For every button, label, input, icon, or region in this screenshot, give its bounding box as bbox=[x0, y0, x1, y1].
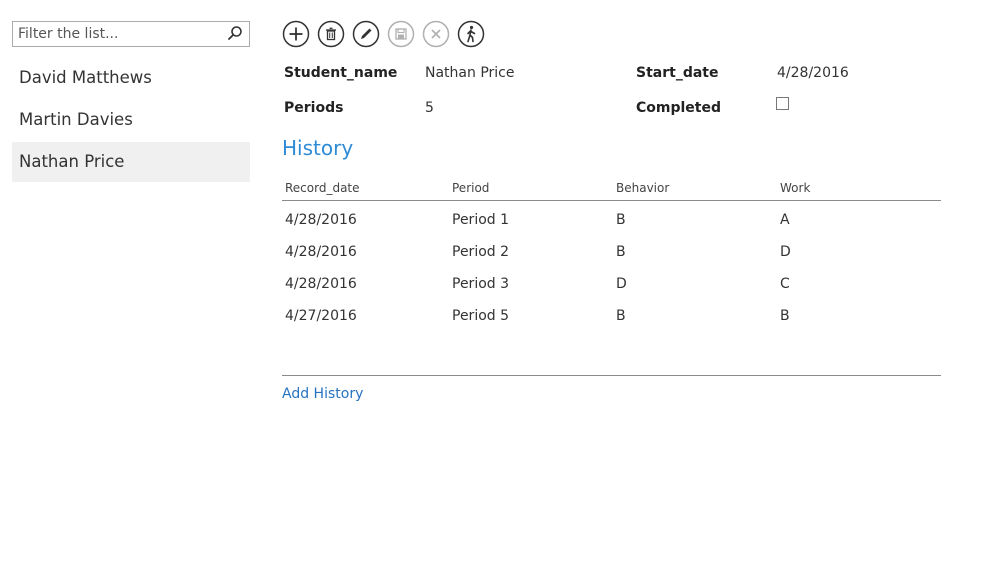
start-date-value: 4/28/2016 bbox=[777, 65, 849, 81]
student-list: David Matthews Martin Davies Nathan Pric… bbox=[12, 58, 250, 182]
filter-box bbox=[12, 21, 250, 47]
column-header-work[interactable]: Work bbox=[780, 181, 810, 195]
cell-record-date: 4/28/2016 bbox=[285, 276, 357, 292]
history-table: Record_date Period Behavior Work 4/28/20… bbox=[282, 178, 941, 376]
student-name-label: Student_name bbox=[284, 65, 398, 81]
table-body: 4/28/2016 Period 1 B A 4/28/2016 Period … bbox=[282, 201, 941, 376]
add-history-link[interactable]: Add History bbox=[282, 386, 363, 402]
start-date-label: Start_date bbox=[636, 65, 719, 81]
cell-work: A bbox=[780, 212, 790, 228]
cell-behavior: D bbox=[616, 276, 627, 292]
x-circle-icon bbox=[422, 20, 450, 48]
cell-behavior: B bbox=[616, 244, 626, 260]
cell-period: Period 5 bbox=[452, 308, 510, 324]
save-button[interactable] bbox=[387, 20, 415, 48]
edit-button[interactable] bbox=[352, 20, 380, 48]
table-row[interactable]: 4/28/2016 Period 3 D C bbox=[282, 270, 941, 300]
column-header-record-date[interactable]: Record_date bbox=[285, 181, 360, 195]
search-icon[interactable] bbox=[227, 25, 243, 41]
cell-period: Period 3 bbox=[452, 276, 510, 292]
table-header: Record_date Period Behavior Work bbox=[282, 178, 941, 201]
cell-record-date: 4/28/2016 bbox=[285, 212, 357, 228]
periods-label: Periods bbox=[284, 100, 344, 116]
save-circle-icon bbox=[387, 20, 415, 48]
table-row[interactable]: 4/27/2016 Period 5 B B bbox=[282, 302, 941, 332]
completed-checkbox[interactable] bbox=[776, 97, 789, 110]
table-row[interactable]: 4/28/2016 Period 2 B D bbox=[282, 238, 941, 268]
cell-period: Period 1 bbox=[452, 212, 510, 228]
filter-input[interactable] bbox=[13, 22, 218, 46]
cell-behavior: B bbox=[616, 308, 626, 324]
plus-circle-icon bbox=[282, 20, 310, 48]
student-name-value: Nathan Price bbox=[425, 65, 515, 81]
cancel-button[interactable] bbox=[422, 20, 450, 48]
walk-button[interactable] bbox=[457, 20, 485, 48]
cell-record-date: 4/27/2016 bbox=[285, 308, 357, 324]
cell-work: B bbox=[780, 308, 790, 324]
add-button[interactable] bbox=[282, 20, 310, 48]
toolbar bbox=[282, 20, 492, 50]
list-pane: David Matthews Martin Davies Nathan Pric… bbox=[12, 21, 250, 184]
table-row[interactable]: 4/28/2016 Period 1 B A bbox=[282, 206, 941, 236]
column-header-behavior[interactable]: Behavior bbox=[616, 181, 669, 195]
cell-work: C bbox=[780, 276, 790, 292]
list-item[interactable]: Martin Davies bbox=[12, 100, 250, 140]
list-item[interactable]: Nathan Price bbox=[12, 142, 250, 182]
cell-record-date: 4/28/2016 bbox=[285, 244, 357, 260]
column-header-period[interactable]: Period bbox=[452, 181, 489, 195]
list-item[interactable]: David Matthews bbox=[12, 58, 250, 98]
trash-circle-icon bbox=[317, 20, 345, 48]
cell-behavior: B bbox=[616, 212, 626, 228]
walking-person-circle-icon bbox=[457, 20, 485, 48]
pencil-circle-icon bbox=[352, 20, 380, 48]
cell-work: D bbox=[780, 244, 791, 260]
completed-label: Completed bbox=[636, 100, 722, 116]
history-title: History bbox=[282, 136, 354, 160]
periods-value: 5 bbox=[425, 100, 434, 116]
delete-button[interactable] bbox=[317, 20, 345, 48]
cell-period: Period 2 bbox=[452, 244, 510, 260]
